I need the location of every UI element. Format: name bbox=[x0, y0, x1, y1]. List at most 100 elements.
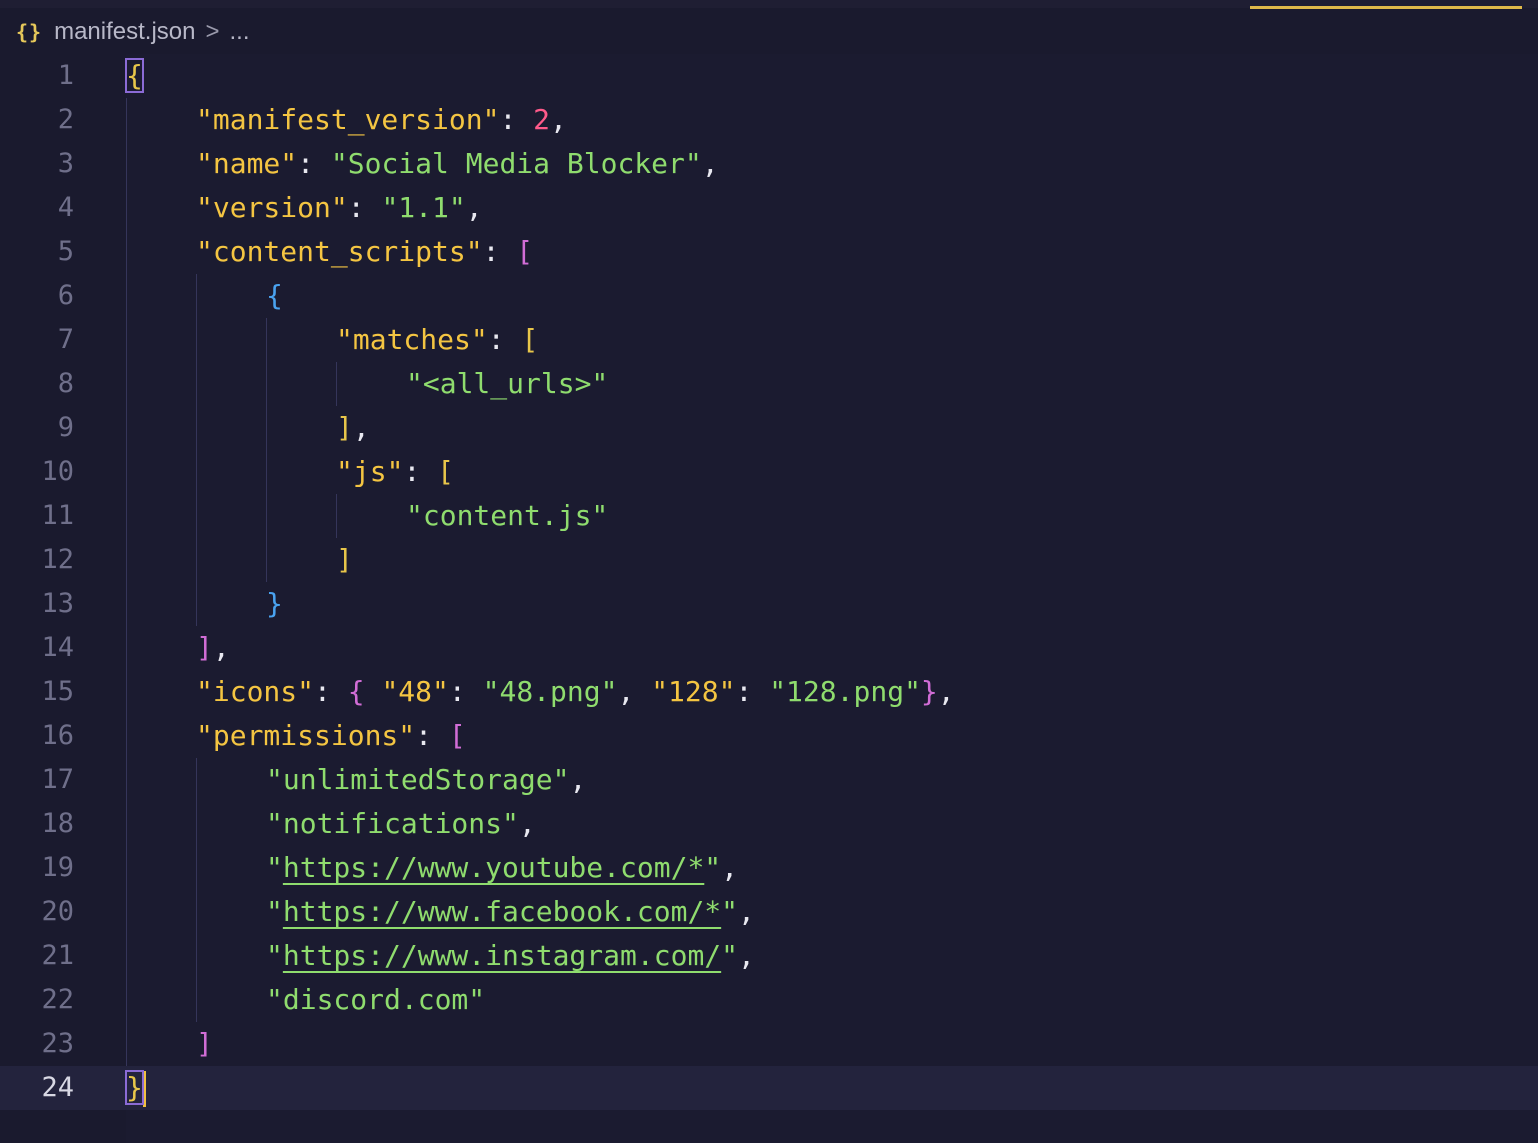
indent-guide bbox=[126, 98, 127, 1066]
punctuation: , bbox=[738, 939, 755, 972]
code-line[interactable]: 6{ bbox=[0, 274, 1538, 318]
bracket: } bbox=[920, 675, 938, 708]
code-text: "https://www.youtube.com/*", bbox=[266, 846, 738, 890]
punctuation: : bbox=[403, 455, 438, 488]
json-key: "version" bbox=[196, 191, 348, 224]
bracket: ] bbox=[196, 631, 213, 664]
json-string: "notifications" bbox=[266, 807, 519, 840]
line-number: 2 bbox=[57, 104, 74, 135]
code-line[interactable]: 11 "content.js" bbox=[0, 494, 1538, 538]
punctuation: , bbox=[212, 631, 230, 664]
url-link[interactable]: https://www.youtube.com/* bbox=[283, 851, 704, 884]
punctuation: , bbox=[721, 851, 739, 884]
line-number: 10 bbox=[41, 456, 74, 487]
line-number: 3 bbox=[57, 148, 74, 179]
code-text: "js": [ bbox=[336, 450, 454, 494]
code-line[interactable]: 18 "notifications", bbox=[0, 802, 1538, 846]
bracket: ] bbox=[196, 1027, 213, 1060]
json-string: "128.png" bbox=[769, 675, 921, 708]
url-link[interactable]: https://www.facebook.com/* bbox=[283, 895, 721, 928]
json-string: "unlimitedStorage" bbox=[266, 763, 570, 796]
bracket: [ bbox=[437, 455, 455, 488]
code-editor[interactable]: 1{ 2 "manifest_version": 2, 3 "name": "Socia… bbox=[0, 54, 1538, 1143]
code-line[interactable]: 19 "https://www.youtube.com/*", bbox=[0, 846, 1538, 890]
url-link[interactable]: https://www.instagram.com/ bbox=[283, 939, 721, 972]
code-line[interactable]: 17 "unlimitedStorage", bbox=[0, 758, 1538, 802]
breadcrumb: {} manifest.json > ... bbox=[16, 14, 250, 50]
code-line[interactable]: 7 "matches": [ bbox=[0, 318, 1538, 362]
code-text: "matches": [ bbox=[336, 318, 538, 362]
bracket: ] bbox=[336, 411, 353, 444]
code-text: } bbox=[125, 1066, 146, 1110]
bracket: { bbox=[266, 279, 283, 312]
json-key: "js" bbox=[336, 455, 404, 488]
code-line[interactable]: 15 "icons": { "48": "48.png", "128": "128… bbox=[0, 670, 1538, 714]
json-string: "1.1" bbox=[381, 191, 466, 224]
punctuation: , bbox=[465, 191, 483, 224]
punctuation: : bbox=[415, 719, 449, 752]
code-line[interactable]: 9], bbox=[0, 406, 1538, 450]
code-line[interactable]: 22 "discord.com" bbox=[0, 978, 1538, 1022]
code-line[interactable]: 20 "https://www.facebook.com/*", bbox=[0, 890, 1538, 934]
code-line[interactable]: 24} bbox=[0, 1066, 1538, 1110]
code-line[interactable]: 2 "manifest_version": 2, bbox=[0, 98, 1538, 142]
breadcrumb-more[interactable]: ... bbox=[230, 18, 250, 46]
json-string: " bbox=[721, 895, 739, 928]
punctuation: , bbox=[937, 675, 955, 708]
line-number: 16 bbox=[41, 720, 74, 751]
code-text: "version": "1.1", bbox=[196, 186, 483, 230]
code-text: ], bbox=[336, 406, 370, 450]
json-string: " bbox=[266, 895, 283, 928]
indent-guide bbox=[266, 318, 267, 582]
code-line[interactable]: 4 "version": "1.1", bbox=[0, 186, 1538, 230]
line-number: 23 bbox=[41, 1028, 74, 1059]
code-text: ], bbox=[196, 626, 230, 670]
code-line[interactable]: 1{ bbox=[0, 54, 1538, 98]
punctuation: : bbox=[499, 103, 534, 136]
line-number: 6 bbox=[57, 280, 74, 311]
line-number: 15 bbox=[41, 676, 74, 707]
code-line[interactable]: 23] bbox=[0, 1022, 1538, 1066]
line-number: 4 bbox=[57, 192, 74, 223]
breadcrumb-file-name[interactable]: manifest.json bbox=[54, 18, 195, 46]
code-line[interactable]: 8 "<all_urls>" bbox=[0, 362, 1538, 406]
indent-guide bbox=[336, 494, 337, 538]
json-string: " bbox=[266, 851, 283, 884]
code-text: "content_scripts": [ bbox=[196, 230, 533, 274]
punctuation: , bbox=[738, 895, 755, 928]
bracket: } bbox=[266, 587, 283, 620]
code-line[interactable]: 3 "name": "Social Media Blocker", bbox=[0, 142, 1538, 186]
json-key: "48" bbox=[381, 675, 449, 708]
json-string: "Social Media Blocker" bbox=[330, 147, 702, 180]
code-line[interactable]: 5 "content_scripts": [ bbox=[0, 230, 1538, 274]
code-line[interactable]: 13} bbox=[0, 582, 1538, 626]
line-number: 9 bbox=[57, 412, 74, 443]
line-number: 7 bbox=[57, 324, 74, 355]
punctuation: , bbox=[701, 147, 719, 180]
code-text: ] bbox=[196, 1022, 213, 1066]
json-string: " bbox=[721, 939, 739, 972]
bracket: { bbox=[125, 58, 144, 93]
line-number: 5 bbox=[57, 236, 74, 267]
code-text: "manifest_version": 2, bbox=[196, 98, 567, 142]
line-number: 21 bbox=[41, 940, 74, 971]
line-number: 24 bbox=[41, 1072, 74, 1103]
code-line[interactable]: 10 "js": [ bbox=[0, 450, 1538, 494]
punctuation: : bbox=[482, 235, 517, 268]
indent-guide bbox=[196, 274, 197, 626]
json-string: "<all_urls>" bbox=[406, 367, 609, 400]
indent-guide bbox=[196, 758, 197, 1022]
code-text: { bbox=[266, 274, 283, 318]
punctuation: , bbox=[352, 411, 370, 444]
text-cursor bbox=[142, 1071, 146, 1107]
code-line[interactable]: 14], bbox=[0, 626, 1538, 670]
code-text: "notifications", bbox=[266, 802, 536, 846]
code-line[interactable]: 16 "permissions": [ bbox=[0, 714, 1538, 758]
indent-guide bbox=[336, 362, 337, 406]
line-number: 11 bbox=[41, 500, 74, 531]
code-line[interactable]: 12] bbox=[0, 538, 1538, 582]
code-line[interactable]: 21 "https://www.instagram.com/", bbox=[0, 934, 1538, 978]
line-number: 20 bbox=[41, 896, 74, 927]
line-number: 12 bbox=[41, 544, 74, 575]
line-number: 19 bbox=[41, 852, 74, 883]
